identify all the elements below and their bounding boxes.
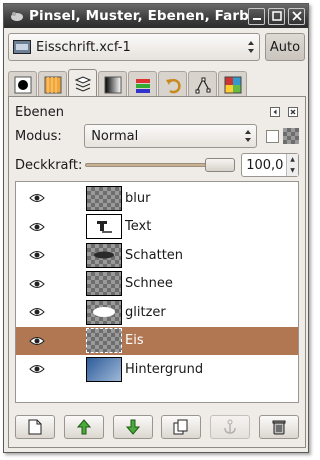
pattern-icon: [44, 76, 61, 93]
maximize-button[interactable]: [268, 7, 285, 25]
opacity-slider-handle[interactable]: [204, 158, 235, 172]
raise-layer-button[interactable]: [63, 415, 104, 439]
visibility-eye-icon[interactable]: [22, 193, 52, 203]
text-tool-icon: [97, 220, 112, 233]
layer-thumbnail: [86, 185, 122, 211]
layer-row[interactable]: glitzer: [16, 298, 298, 326]
layer-row[interactable]: Schnee: [16, 270, 298, 298]
close-icon: [288, 107, 298, 117]
new-layer-button[interactable]: [15, 415, 55, 439]
maximize-icon: [271, 11, 282, 21]
visibility-eye-icon[interactable]: [22, 222, 52, 232]
opacity-value: 100,0: [246, 157, 284, 173]
lock-alpha-icon: [283, 128, 299, 144]
layer-row[interactable]: Schatten: [16, 241, 298, 269]
tab-patterns[interactable]: [38, 71, 67, 97]
glitter-preview: [93, 307, 115, 317]
tab-gradients[interactable]: [98, 71, 127, 97]
visibility-eye-icon[interactable]: [22, 279, 52, 289]
layer-row[interactable]: Text: [16, 213, 298, 241]
layer-list: blur Text Schatten Schnee glitzer Eis Hi…: [15, 181, 299, 403]
panel-header: Ebenen: [15, 103, 299, 121]
layer-row[interactable]: blur: [16, 184, 298, 212]
delete-layer-button[interactable]: [258, 415, 299, 439]
image-name: Eisschrift.xcf-1: [36, 39, 131, 55]
layer-thumbnail: [86, 271, 122, 296]
text-layer-thumbnail: [86, 214, 122, 239]
duplicate-layer-button[interactable]: [161, 415, 202, 439]
dock-tabs: [8, 69, 306, 97]
layers-icon: [74, 75, 91, 92]
layer-thumbnail: [86, 299, 122, 325]
tab-layers[interactable]: [68, 69, 97, 97]
tab-paths[interactable]: [188, 71, 217, 97]
opacity-row: Deckkraft: 100,0 ▲ ▼: [15, 152, 300, 178]
layer-name[interactable]: Text: [125, 219, 151, 234]
gradient-icon: [104, 76, 121, 93]
lower-layer-button[interactable]: [112, 415, 153, 439]
lower-layer-icon: [125, 419, 140, 435]
layer-thumbnail: [86, 328, 122, 353]
lock-alpha-checkbox[interactable]: [266, 129, 280, 143]
brush-icon: [14, 76, 31, 93]
close-button[interactable]: [288, 7, 305, 25]
combo-arrows-icon: [243, 40, 259, 54]
anchor-layer-icon: [224, 419, 236, 434]
panel-menu-icon: [270, 107, 280, 117]
opacity-slider[interactable]: [84, 155, 235, 175]
duplicate-layer-icon: [173, 419, 188, 435]
layer-thumbnail: [86, 242, 122, 268]
layer-name[interactable]: glitzer: [125, 305, 166, 320]
minimize-button[interactable]: [248, 7, 265, 25]
panel-menu-button[interactable]: [269, 106, 281, 118]
mode-row: Modus: Normal: [15, 123, 299, 149]
minimize-icon: [252, 18, 261, 20]
combo-arrows-icon: [240, 129, 256, 143]
opacity-label: Deckkraft:: [15, 157, 83, 173]
layer-name[interactable]: Hintergrund: [125, 362, 203, 377]
panel-title: Ebenen: [15, 104, 64, 120]
layer-thumbnail: [86, 356, 122, 382]
visibility-eye-icon[interactable]: [22, 364, 52, 374]
tab-brushes[interactable]: [8, 71, 37, 97]
delete-layer-icon: [272, 420, 286, 435]
mode-label: Modus:: [15, 128, 62, 144]
shadow-text-preview: [94, 251, 114, 259]
visibility-eye-icon[interactable]: [22, 250, 52, 260]
mode-select[interactable]: Normal: [84, 124, 258, 148]
visibility-eye-icon[interactable]: [22, 307, 52, 317]
auto-button[interactable]: Auto: [265, 33, 305, 61]
image-selector-row: Eisschrift.xcf-1 Auto: [8, 33, 306, 63]
layer-name[interactable]: Eis: [125, 333, 144, 348]
tab-palettes[interactable]: [218, 71, 247, 97]
window-menu-icon[interactable]: [7, 6, 27, 26]
panel-close-button[interactable]: [287, 106, 299, 118]
layer-name[interactable]: Schnee: [125, 276, 173, 291]
title-bar[interactable]: Pinsel, Muster, Ebenen, Farbv: [4, 4, 308, 28]
spin-arrows-icon[interactable]: ▲ ▼: [286, 154, 299, 176]
raise-layer-icon: [76, 419, 91, 435]
layer-actions-bar: [15, 415, 299, 441]
anchor-layer-button[interactable]: [210, 415, 251, 439]
layer-name[interactable]: Schatten: [125, 248, 183, 263]
window-title: Pinsel, Muster, Ebenen, Farbv: [29, 8, 248, 24]
palette-icon: [224, 76, 241, 93]
channels-icon: [135, 78, 150, 93]
new-layer-icon: [28, 419, 42, 435]
image-thumbnail-icon: [13, 40, 31, 54]
visibility-eye-icon[interactable]: [22, 336, 52, 346]
tab-undo-history[interactable]: [158, 71, 187, 97]
layers-panel: Ebenen Modus: Normal Deckkraft: 100,0 ▲ …: [8, 96, 306, 448]
image-combo[interactable]: Eisschrift.xcf-1: [8, 33, 260, 61]
tab-channels[interactable]: [128, 71, 157, 97]
layer-row[interactable]: Hintergrund: [16, 355, 298, 383]
close-icon: [291, 11, 302, 21]
mode-value: Normal: [91, 128, 139, 144]
dock-window: Pinsel, Muster, Ebenen, Farbv Eisschrift…: [3, 3, 309, 453]
layer-name[interactable]: blur: [125, 191, 150, 206]
layer-row-selected[interactable]: Eis: [16, 326, 298, 355]
paths-icon: [195, 77, 210, 93]
opacity-spinbox[interactable]: 100,0 ▲ ▼: [241, 153, 300, 177]
undo-history-icon: [165, 78, 181, 93]
